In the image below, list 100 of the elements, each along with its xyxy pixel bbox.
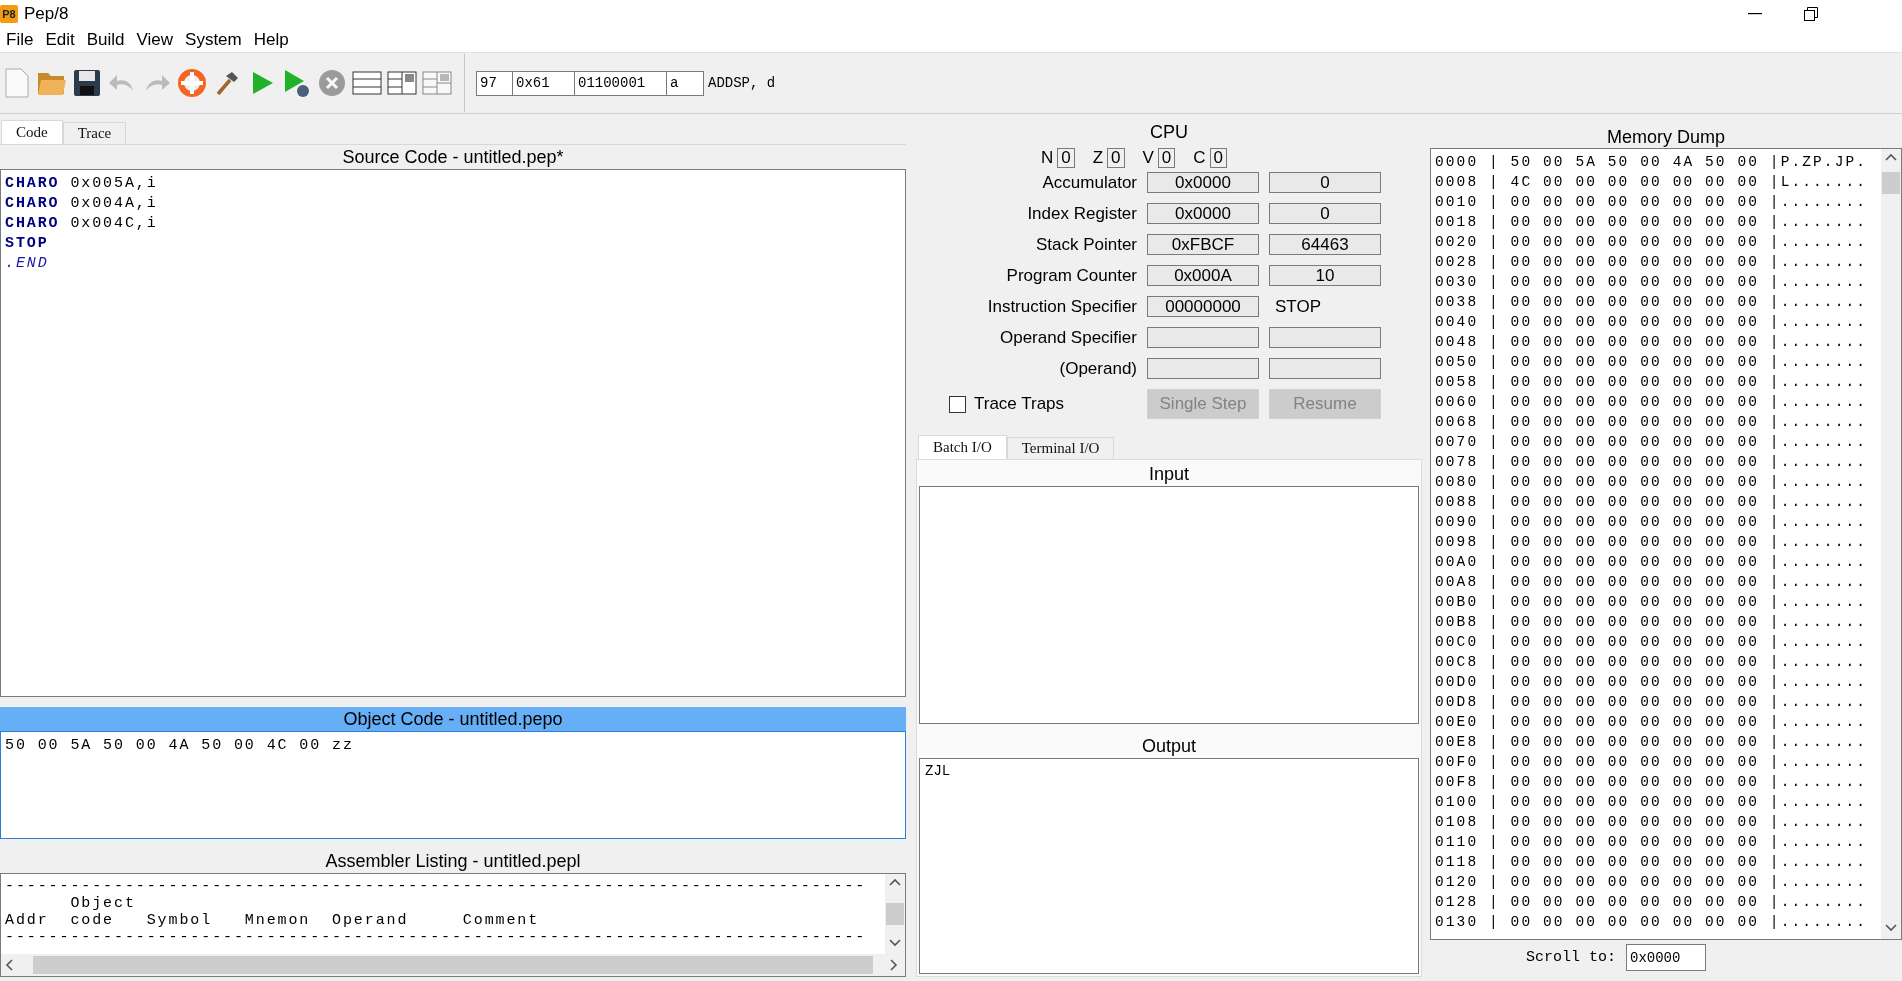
converter-field[interactable]: 01100001 (574, 70, 667, 96)
memory-row-text: 0118 | 00 00 00 00 00 00 00 00 |........ (1435, 853, 1869, 872)
app-icon: P8 (0, 5, 18, 23)
listing-line: ------------------------------------------------------------------------------- (5, 878, 868, 895)
memory-row-text: 00A0 | 00 00 00 00 00 00 00 00 |........ (1435, 553, 1869, 572)
register-decimal-field: 0 (1269, 203, 1381, 224)
minimize-icon[interactable] (1748, 13, 1762, 15)
scrollbar-thumb[interactable] (1882, 172, 1900, 194)
converter-mnemonic: ADDSP, d (708, 75, 776, 91)
memory-row-text: 0080 | 00 00 00 00 00 00 00 00 |........ (1435, 473, 1869, 492)
vertical-scrollbar[interactable] (885, 874, 905, 954)
register-label: Accumulator (1041, 172, 1137, 193)
memory-row-text: 0040 | 00 00 00 00 00 00 00 00 |........ (1435, 313, 1869, 332)
memory-row-text: 00E8 | 00 00 00 00 00 00 00 00 |........ (1435, 733, 1869, 752)
register-label: Operand Specifier (998, 327, 1137, 348)
input-field[interactable] (919, 486, 1419, 724)
register-label: Stack Pointer (1034, 234, 1137, 255)
menu-item[interactable]: View (130, 30, 180, 50)
register-hex-field: 0xFBCF (1147, 234, 1259, 255)
memory-row-text: 0058 | 00 00 00 00 00 00 00 00 |........ (1435, 373, 1869, 392)
menu-item[interactable]: Edit (39, 30, 81, 50)
code-line: .END (5, 254, 50, 274)
code-line: CHARO 0x004C,i (5, 214, 159, 234)
vertical-scrollbar[interactable] (1881, 149, 1901, 939)
memory-row-text: 00A8 | 00 00 00 00 00 00 00 00 |........ (1435, 573, 1869, 592)
source-editor[interactable]: CHARO 0x005A,i CHARO 0x004A,i CHARO 0x004C,i STOP .END (0, 169, 906, 697)
memory-row-text: 0078 | 00 00 00 00 00 00 00 00 |........ (1435, 453, 1869, 472)
memory-row-text: 00B8 | 00 00 00 00 00 00 00 00 |........ (1435, 613, 1869, 632)
flag-value: 0 (1057, 148, 1075, 168)
tab[interactable]: Terminal I/O (1006, 437, 1115, 459)
memory-row-text: 0130 | 00 00 00 00 00 00 00 00 |........ (1435, 913, 1869, 932)
code-line: CHARO 0x004A,i (5, 194, 159, 214)
document-icon (5, 68, 29, 98)
memory-row-text: 0060 | 00 00 00 00 00 00 00 00 |........ (1435, 393, 1869, 412)
register-hex-field: 0x000A (1147, 265, 1259, 286)
hammer-icon (214, 70, 240, 96)
memory-row-text: 0018 | 00 00 00 00 00 00 00 00 |........ (1435, 213, 1869, 232)
code-line: 50 00 5A 50 00 4A 50 00 4C 00 zz (5, 736, 355, 756)
flag-value: 0 (1107, 148, 1125, 168)
flag-label: N (1040, 148, 1054, 168)
object-code-editor[interactable]: 50 00 5A 50 00 4A 50 00 4C 00 zz (0, 731, 906, 839)
tab[interactable]: Batch I/O (918, 435, 1007, 459)
listing-line: ------------------------------------------------------------------------------- (5, 929, 868, 946)
memory-row-text: 0068 | 00 00 00 00 00 00 00 00 |........ (1435, 413, 1869, 432)
input-title: Input (1147, 463, 1190, 486)
register-decimal-field: 0 (1269, 172, 1381, 193)
converter-field[interactable]: a (666, 70, 704, 96)
memory-row-text: 0108 | 00 00 00 00 00 00 00 00 |........ (1435, 813, 1869, 832)
cpu-title: CPU (1149, 121, 1189, 144)
flag-label: C (1193, 148, 1206, 168)
memory-row-text: 0038 | 00 00 00 00 00 00 00 00 |........ (1435, 293, 1869, 312)
listing-line: Addr code Symbol Mnemon Operand Comment (5, 912, 541, 929)
tab[interactable]: Code (1, 120, 63, 144)
menu-item[interactable]: System (179, 30, 248, 50)
layout-rows-icon (352, 71, 382, 95)
register-hex-field: 0x0000 (1147, 203, 1259, 224)
memory-title: Memory Dump (1606, 126, 1726, 148)
tab[interactable]: Trace (62, 122, 127, 144)
register-label: Instruction Specifier (986, 296, 1137, 317)
menu-item[interactable]: File (0, 30, 40, 50)
converter-field[interactable]: 0x61 (512, 70, 575, 96)
memory-row-text: 00C8 | 00 00 00 00 00 00 00 00 |........ (1435, 653, 1869, 672)
memory-row-text: 0120 | 00 00 00 00 00 00 00 00 |........ (1435, 873, 1869, 892)
memory-row-text: 00F0 | 00 00 00 00 00 00 00 00 |........ (1435, 753, 1869, 772)
output-title: Output (1140, 735, 1197, 758)
output-field[interactable]: ZJL (919, 758, 1419, 974)
memory-row-text: 0010 | 00 00 00 00 00 00 00 00 |........ (1435, 193, 1869, 212)
flag-label: V (1142, 148, 1154, 168)
memory-row-text: 0088 | 00 00 00 00 00 00 00 00 |........ (1435, 493, 1869, 512)
scrollbar-thumb[interactable] (886, 903, 904, 925)
horizontal-scrollbar[interactable] (1, 954, 905, 976)
memory-row-text: 0110 | 00 00 00 00 00 00 00 00 |........ (1435, 833, 1869, 852)
memory-row-text: 00D8 | 00 00 00 00 00 00 00 00 |........ (1435, 693, 1869, 712)
pane-title: Source Code - untitled.pep* (341, 146, 565, 169)
code-line: STOP (5, 234, 50, 254)
play-bug-icon (282, 68, 312, 98)
memory-row-text: 00E0 | 00 00 00 00 00 00 00 00 |........ (1435, 713, 1869, 732)
register-label: (Operand) (1058, 358, 1137, 379)
layout-grid-icon (387, 71, 417, 95)
menu-item[interactable]: Help (247, 30, 295, 50)
menu-item[interactable]: Build (80, 30, 131, 50)
layout-grid-icon (422, 71, 452, 95)
memory-row-text: 0000 | 50 00 5A 50 00 4A 50 00 |P.ZP.JP. (1435, 153, 1869, 172)
restore-icon[interactable] (1804, 7, 1818, 21)
memory-row-text: 00C0 | 00 00 00 00 00 00 00 00 |........ (1435, 633, 1869, 652)
memory-row-text: 00B0 | 00 00 00 00 00 00 00 00 |........ (1435, 593, 1869, 612)
code-line: CHARO 0x005A,i (5, 174, 159, 194)
memory-row-text: 0028 | 00 00 00 00 00 00 00 00 |........ (1435, 253, 1869, 272)
memory-row-text: 0070 | 00 00 00 00 00 00 00 00 |........ (1435, 433, 1869, 452)
pane-title: Object Code - untitled.pepo (0, 707, 906, 731)
memory-row-text: 0100 | 00 00 00 00 00 00 00 00 |........ (1435, 793, 1869, 812)
scroll-to-field[interactable]: 0x0000 (1626, 944, 1706, 971)
memory-row-text: 00F8 | 00 00 00 00 00 00 00 00 |........ (1435, 773, 1869, 792)
scrollbar-thumb[interactable] (33, 956, 873, 974)
converter-field[interactable]: 97 (476, 70, 513, 96)
register-hex-field: 0x0000 (1147, 172, 1259, 193)
memory-row-text: 0098 | 00 00 00 00 00 00 00 00 |........ (1435, 533, 1869, 552)
memory-row-text: 0048 | 00 00 00 00 00 00 00 00 |........ (1435, 333, 1869, 352)
memory-row-text: 0128 | 00 00 00 00 00 00 00 00 |........ (1435, 893, 1869, 912)
checkbox[interactable] (949, 395, 966, 413)
